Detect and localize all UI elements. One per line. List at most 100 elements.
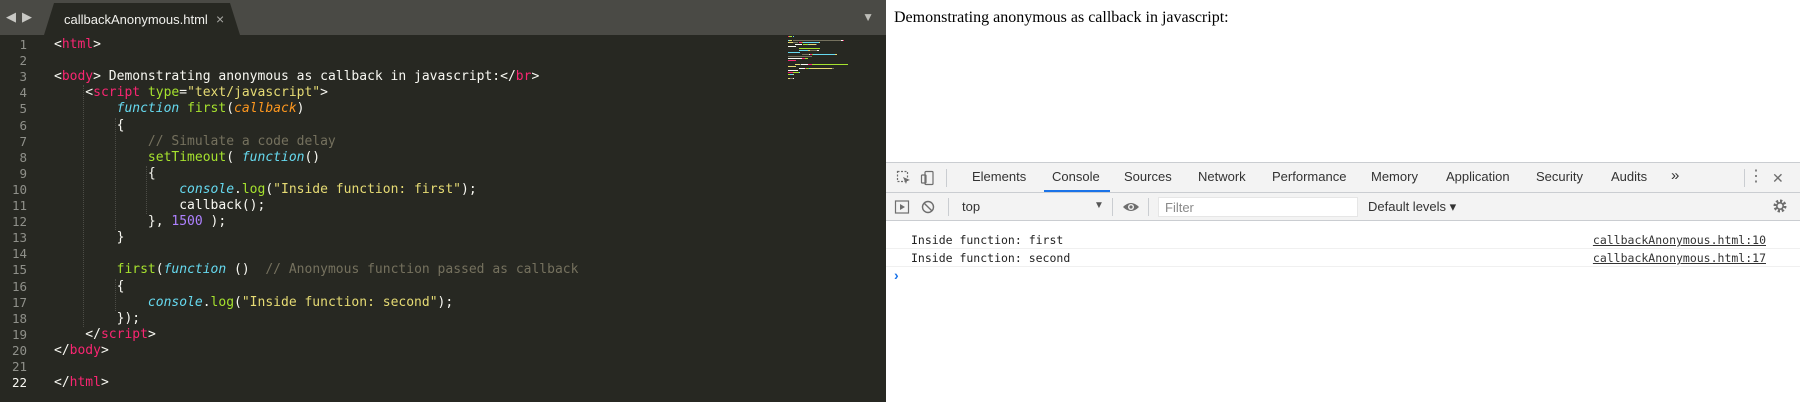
tab-elements[interactable]: Elements: [972, 169, 1026, 184]
code-token: >: [531, 69, 540, 85]
code-token: body: [69, 342, 101, 358]
code-line: console.log("Inside function: first");: [54, 181, 476, 198]
code-line: <script type="text/javascript">: [54, 85, 328, 101]
inspect-element-icon[interactable]: [896, 170, 912, 189]
code-editor[interactable]: ◀ ▶ callbackAnonymous.html × ▼ 123456789…: [0, 0, 886, 402]
code-line: }, 1500 );: [54, 214, 226, 230]
minimap-stroke: [805, 58, 808, 59]
code-line: <html>: [54, 37, 101, 53]
kebab-menu-icon[interactable]: ⋮: [1748, 169, 1764, 185]
show-sidebar-icon[interactable]: [894, 199, 910, 218]
more-tabs-icon[interactable]: »: [1671, 167, 1679, 184]
chevron-down-icon[interactable]: ▼: [1094, 200, 1104, 211]
tab-audits[interactable]: Audits: [1611, 169, 1647, 184]
minimap-stroke: [798, 72, 800, 73]
toolbar-divider: [1744, 169, 1745, 187]
tab-memory[interactable]: Memory: [1371, 169, 1418, 184]
code-token: >: [147, 326, 156, 342]
code-token: </: [54, 375, 70, 391]
context-selector[interactable]: top: [962, 199, 1092, 214]
code-token: });: [54, 310, 141, 326]
minimap-stroke: [842, 40, 844, 41]
minimap-stroke: [813, 54, 835, 55]
tab-application[interactable]: Application: [1446, 169, 1510, 184]
minimap-stroke: [800, 64, 808, 65]
code-line: // Simulate a code delay: [54, 134, 336, 150]
code-area[interactable]: <html> <body> Demonstrating anonymous as …: [54, 35, 886, 402]
line-number: 6: [19, 117, 27, 133]
code-token: >: [93, 37, 101, 52]
code-token: 1500: [171, 214, 203, 230]
log-levels-dropdown[interactable]: Default levels ▾: [1368, 199, 1456, 215]
code-token: setTimeout: [147, 149, 227, 165]
code-token: first: [116, 262, 156, 278]
minimap[interactable]: [788, 36, 858, 82]
line-number: 17: [11, 294, 27, 310]
code-line: });: [54, 311, 140, 327]
code-token: br: [515, 69, 532, 85]
nav-forward-icon[interactable]: ▶: [22, 9, 32, 25]
code-token: .: [234, 181, 242, 197]
code-token: script: [93, 85, 141, 101]
line-number: 2: [19, 53, 27, 69]
tab-network[interactable]: Network: [1198, 169, 1246, 184]
console-message-source-link[interactable]: callbackAnonymous.html:17: [1593, 249, 1766, 267]
toolbar-divider: [1148, 198, 1149, 216]
code-token: (: [155, 262, 164, 278]
minimap-stroke: [818, 42, 820, 43]
tab-console[interactable]: Console: [1052, 169, 1100, 184]
editor-tab-callbackanonymous[interactable]: callbackAnonymous.html ×: [44, 3, 240, 35]
clear-console-icon[interactable]: [920, 199, 936, 218]
code-token: "Inside function: second": [241, 294, 438, 310]
code-token: (: [226, 101, 235, 117]
tab-menu-chevron-icon[interactable]: ▼: [862, 10, 874, 24]
console-prompt-icon[interactable]: ›: [894, 267, 899, 283]
minimap-stroke: [788, 66, 797, 67]
minimap-stroke: [798, 50, 808, 51]
code-token: "text/javascript": [187, 85, 321, 101]
code-token: function: [241, 149, 305, 165]
line-number: 5: [19, 101, 27, 117]
line-number: 12: [11, 214, 27, 230]
tab-performance[interactable]: Performance: [1272, 169, 1346, 184]
line-number: 16: [11, 278, 27, 294]
code-token: type: [147, 85, 180, 101]
minimap-stroke: [809, 50, 817, 51]
minimap-stroke: [793, 74, 795, 75]
line-number: 20: [11, 342, 27, 358]
close-devtools-icon[interactable]: ✕: [1772, 170, 1784, 186]
line-number: 14: [11, 246, 27, 262]
minimap-stroke: [788, 52, 800, 53]
tab-close-icon[interactable]: ×: [216, 11, 224, 27]
tab-security[interactable]: Security: [1536, 169, 1583, 184]
minimap-stroke: [788, 46, 797, 47]
code-line: <body> Demonstrating anonymous as callba…: [54, 69, 539, 85]
console-filter-input[interactable]: [1158, 197, 1358, 217]
tab-navigation: ◀ ▶: [6, 9, 32, 25]
device-toolbar-icon[interactable]: [920, 170, 936, 189]
code-token: =: [179, 85, 188, 101]
code-token: >: [100, 342, 109, 358]
gear-icon[interactable]: [1772, 198, 1788, 217]
code-token: log: [210, 294, 235, 310]
line-number: 4: [19, 85, 27, 101]
minimap-stroke: [793, 78, 795, 79]
line-number: 9: [19, 165, 27, 181]
line-number: 8: [19, 149, 27, 165]
tab-sources[interactable]: Sources: [1124, 169, 1172, 184]
console-message: Inside function: second callbackAnonymou…: [886, 249, 1800, 267]
code-token: console: [179, 181, 235, 197]
nav-back-icon[interactable]: ◀: [6, 9, 16, 25]
eye-icon[interactable]: [1122, 199, 1140, 218]
indent-guide: [114, 117, 116, 231]
code-token: );: [202, 214, 227, 230]
line-number: 18: [11, 310, 27, 326]
toolbar-divider: [946, 169, 947, 187]
code-token: <: [54, 69, 62, 85]
code-token: }: [54, 230, 125, 246]
toolbar-divider: [948, 198, 949, 216]
minimap-stroke: [788, 56, 813, 57]
console-message-source-link[interactable]: callbackAnonymous.html:10: [1593, 231, 1766, 249]
